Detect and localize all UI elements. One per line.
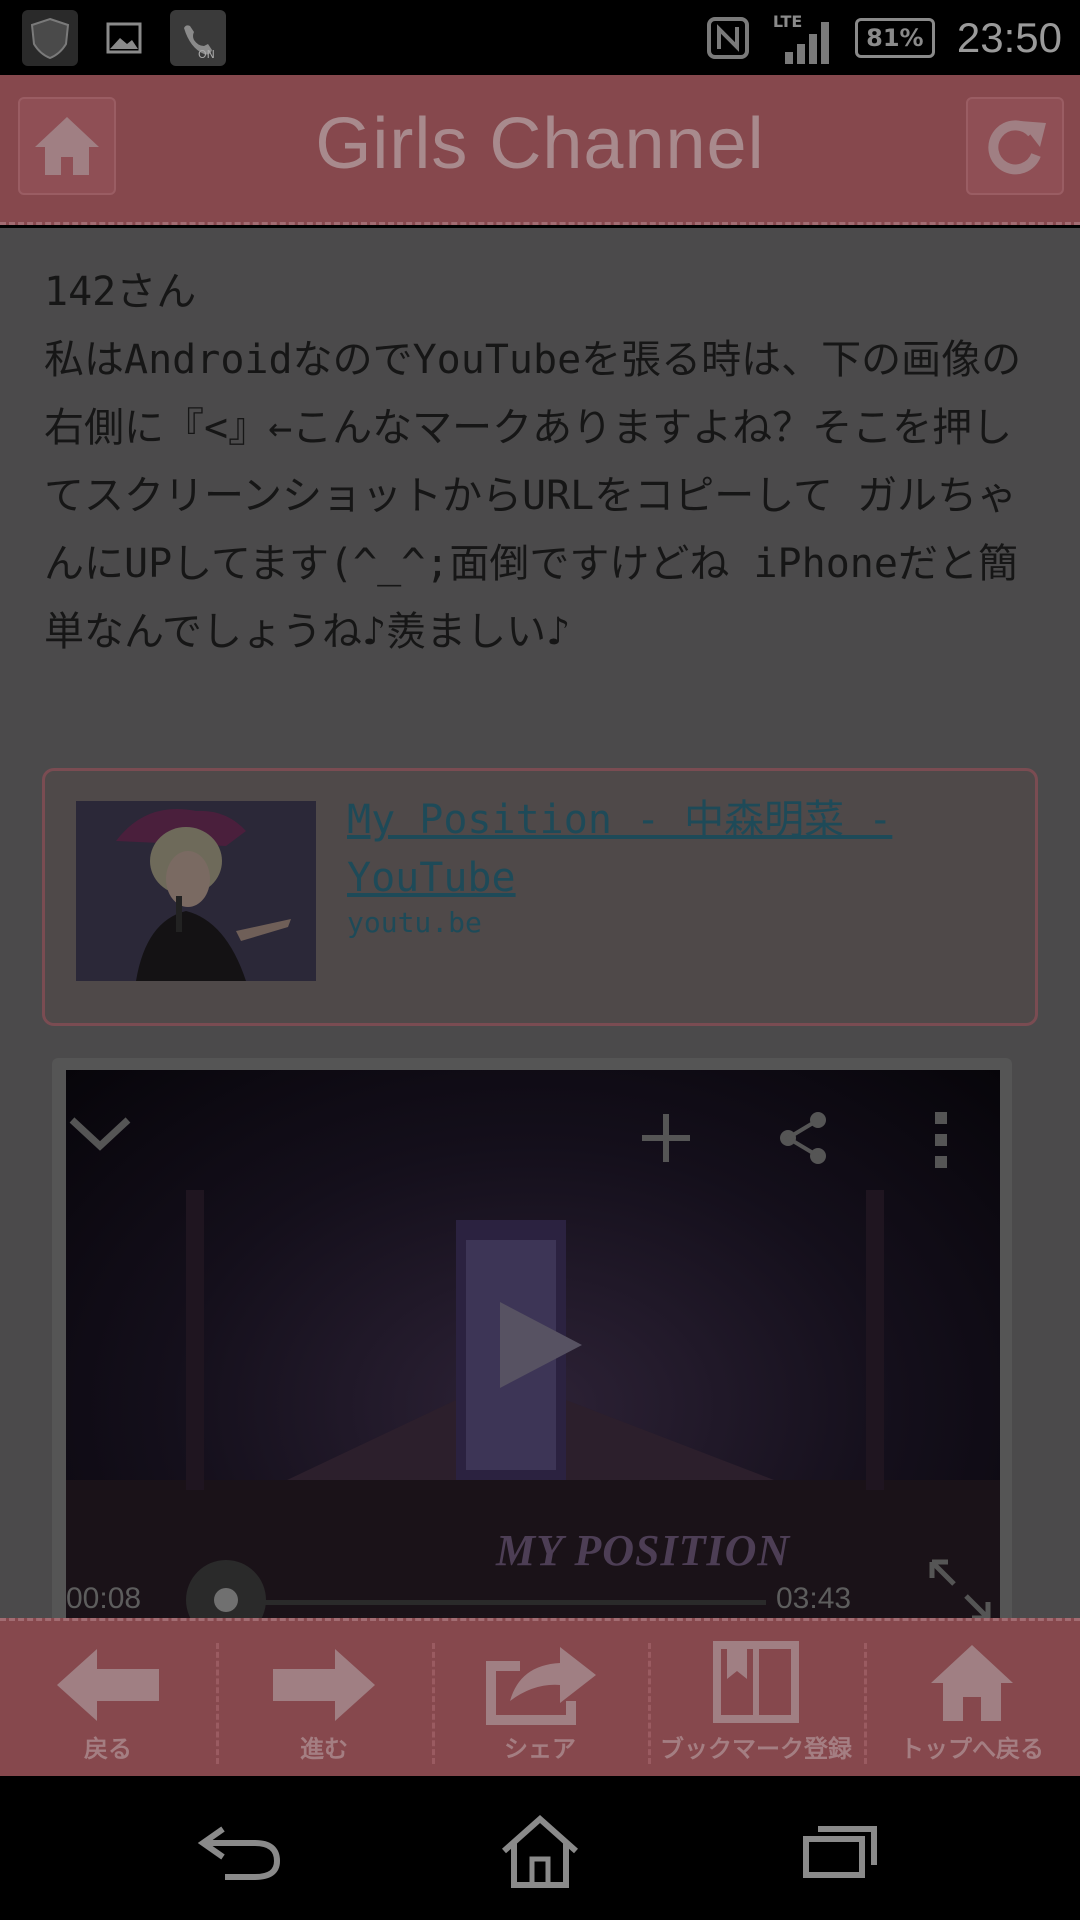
status-bar: ON LTE 81% 23:50	[0, 0, 1080, 75]
bookmark-label: ブックマーク登録	[660, 1735, 852, 1763]
home-icon	[931, 1645, 1013, 1721]
duration-time: 03:43	[776, 1582, 852, 1615]
top-label: トップへ戻る	[900, 1735, 1044, 1763]
nav-back-button[interactable]	[190, 1816, 290, 1886]
video-thumbnail[interactable]	[76, 801, 316, 981]
seek-knob[interactable]	[214, 1588, 238, 1612]
comment-body: 私はAndroidなのでYouTubeを張る時は、下の画像の右側に『<』←こんな…	[44, 337, 1022, 655]
video-title-overlay: MY POSITION	[496, 1526, 791, 1575]
seek-bar[interactable]	[216, 1600, 766, 1605]
arrow-left-icon	[57, 1649, 159, 1721]
image-icon	[96, 10, 152, 66]
content-area: 142さん 私はAndroidなのでYouTubeを張る時は、下の画像の右側に『…	[0, 228, 1080, 1618]
comment: 142さん 私はAndroidなのでYouTubeを張る時は、下の画像の右側に『…	[44, 258, 1044, 666]
fullscreen-icon[interactable]	[928, 1558, 992, 1618]
top-button[interactable]: トップへ戻る	[864, 1621, 1080, 1776]
bookmark-button[interactable]: ブックマーク登録	[648, 1621, 864, 1776]
share-icon[interactable]	[776, 1110, 832, 1166]
arrow-right-icon	[273, 1649, 375, 1721]
nav-home-button[interactable]	[490, 1814, 590, 1888]
share-arrow-icon	[486, 1647, 596, 1725]
forward-label: 進む	[300, 1735, 348, 1763]
wifi-calling-icon: ON	[170, 10, 226, 66]
signal-icon: LTE	[773, 8, 833, 68]
nav-recents-button[interactable]	[790, 1816, 890, 1886]
forward-button[interactable]: 進む	[216, 1621, 432, 1776]
svg-text:ON: ON	[198, 48, 215, 60]
reload-button[interactable]	[966, 97, 1064, 195]
comment-author: 142さん	[44, 269, 197, 315]
add-to-playlist-icon[interactable]	[636, 1108, 696, 1168]
page-title: Girls Channel	[315, 104, 765, 184]
battery-icon: 81%	[854, 17, 935, 58]
back-button[interactable]: 戻る	[0, 1621, 216, 1776]
nfc-icon	[706, 16, 749, 59]
bookmark-icon	[713, 1641, 799, 1723]
more-options-icon[interactable]	[926, 1110, 956, 1170]
share-label: シェア	[504, 1735, 576, 1763]
bottom-toolbar: 戻る 進む シェア ブックマーク登録 トップへ戻る	[0, 1618, 1080, 1776]
minimize-chevron-icon[interactable]	[66, 1110, 136, 1160]
shield-icon	[22, 10, 78, 66]
back-label: 戻る	[84, 1735, 132, 1763]
app-header: Girls Channel	[0, 75, 1080, 225]
video-player[interactable]: MY POSITION 00:08 03:43	[66, 1070, 1000, 1618]
back-icon	[197, 1826, 281, 1880]
clock: 23:50	[956, 13, 1062, 61]
elapsed-time: 00:08	[66, 1582, 142, 1615]
recents-icon	[803, 1826, 877, 1878]
system-nav-bar	[0, 1776, 1080, 1920]
link-domain: youtu.be	[347, 906, 482, 939]
link-preview-card[interactable]: My Position - 中森明菜 - YouTube youtu.be	[42, 768, 1038, 1026]
reload-icon	[988, 120, 1046, 175]
link-title[interactable]: My Position - 中森明菜 - YouTube	[347, 791, 1007, 907]
home-outline-icon	[502, 1814, 578, 1888]
play-icon[interactable]	[496, 1300, 586, 1390]
share-button[interactable]: シェア	[432, 1621, 648, 1776]
